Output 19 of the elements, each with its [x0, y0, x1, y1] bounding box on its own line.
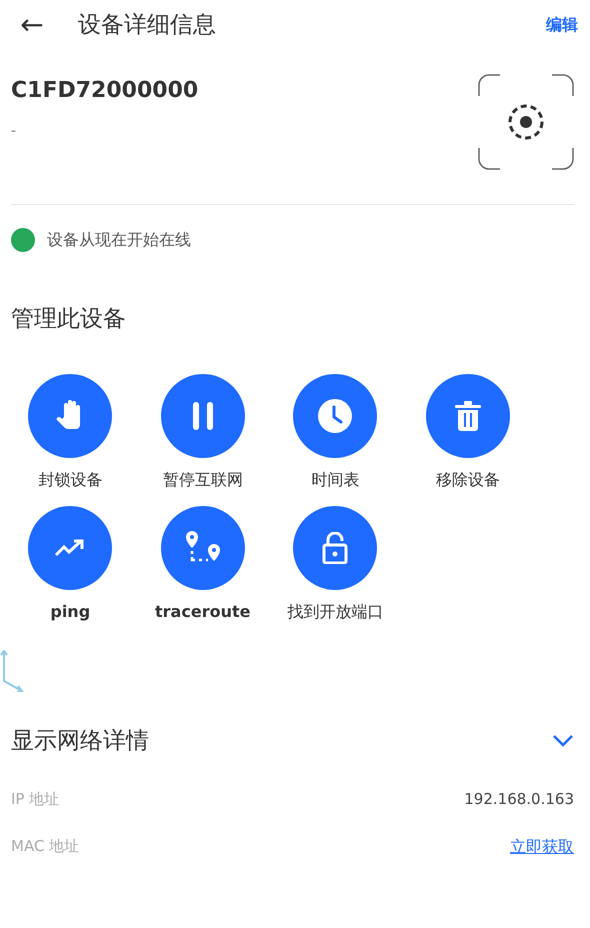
back-button[interactable]: ←	[12, 11, 52, 39]
action-label: traceroute	[155, 600, 250, 622]
section-title: 显示网络详情	[11, 726, 149, 756]
action-label: 暂停互联网	[162, 468, 243, 490]
action-label: 移除设备	[436, 468, 500, 490]
status-text: 设备从现在开始在线	[47, 229, 191, 251]
page-title: 设备详细信息	[78, 10, 216, 40]
device-name: C1FD72000000	[11, 77, 198, 105]
section-title: 管理此设备	[10, 305, 127, 334]
action-label: 封锁设备	[38, 468, 102, 490]
edit-link[interactable]: 编辑	[546, 13, 578, 37]
field-value: 192.168.0.163	[464, 789, 574, 810]
field-label: IP 地址	[11, 789, 60, 810]
action-label: 找到开放端口	[287, 600, 384, 622]
fetch-link[interactable]: 立即获取	[510, 834, 574, 858]
device-subtitle: -	[11, 122, 18, 141]
action-label: 时间表	[311, 468, 360, 490]
action-label: ping	[50, 600, 90, 622]
field-label: MAC 地址	[11, 836, 80, 858]
